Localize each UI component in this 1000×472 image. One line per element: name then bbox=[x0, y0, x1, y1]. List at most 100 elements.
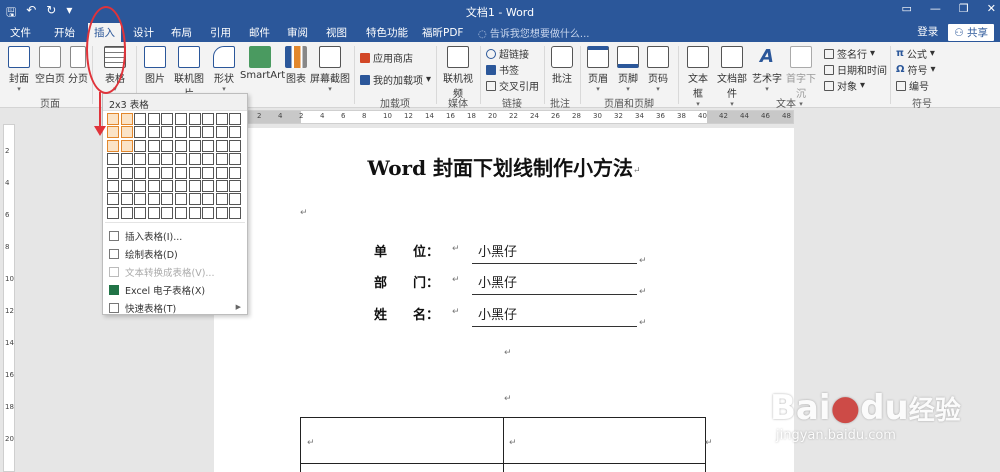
table-grid-cell[interactable] bbox=[134, 180, 147, 192]
signature-line-button[interactable]: 签名行 ▾ bbox=[824, 46, 875, 61]
equation-button[interactable]: π 公式 ▾ bbox=[896, 46, 935, 61]
table-grid-cell[interactable] bbox=[161, 113, 174, 125]
comment-button[interactable]: 批注 bbox=[550, 44, 574, 85]
app-store-button[interactable]: 应用商店 bbox=[360, 50, 413, 65]
header-button[interactable]: 页眉 ▾ bbox=[586, 44, 610, 93]
page-break-button[interactable]: 分页 bbox=[68, 44, 88, 85]
table-grid-cell[interactable] bbox=[134, 139, 147, 152]
table-grid-cell[interactable] bbox=[202, 126, 215, 139]
picture-button[interactable]: 图片 bbox=[142, 44, 168, 85]
table-grid-cell[interactable] bbox=[188, 166, 201, 179]
table-grid-cell[interactable] bbox=[229, 126, 242, 139]
table-grid-cell[interactable] bbox=[229, 180, 242, 192]
cover-page-button[interactable]: 封面 ▾ bbox=[6, 44, 32, 93]
table-grid-cell[interactable] bbox=[107, 166, 119, 179]
smartart-button[interactable]: SmartArt bbox=[240, 44, 285, 81]
horizontal-ruler[interactable]: 2 4 2 4 6 8 10 12 14 16 18 20 22 24 26 28 30 32 34 36 38 40 42… bbox=[214, 110, 794, 124]
vertical-ruler[interactable]: 2 4 6 8 10 12 14 16 18 20 bbox=[3, 124, 15, 472]
table-grid-cell[interactable] bbox=[175, 166, 187, 179]
share-button[interactable]: ⚇ 共享 bbox=[948, 24, 994, 41]
tab-home[interactable]: 开始 bbox=[54, 25, 75, 40]
table-grid-cell[interactable] bbox=[134, 126, 147, 139]
table-grid-cell[interactable] bbox=[147, 166, 160, 179]
shapes-button[interactable]: 形状 ▾ bbox=[212, 44, 236, 93]
table-grid-cell[interactable] bbox=[215, 180, 228, 192]
symbol-button[interactable]: Ω 符号 ▾ bbox=[896, 62, 936, 77]
table-grid-cell[interactable] bbox=[107, 126, 119, 139]
table-grid-cell[interactable] bbox=[147, 113, 160, 125]
screenshot-button[interactable]: 屏幕截图 ▾ bbox=[310, 44, 350, 93]
table-grid-cell[interactable] bbox=[188, 153, 201, 166]
tab-mailings[interactable]: 邮件 bbox=[249, 25, 270, 40]
table-grid-cell[interactable] bbox=[175, 193, 187, 206]
table-grid-cell[interactable] bbox=[175, 139, 187, 152]
table-grid-cell[interactable] bbox=[120, 153, 133, 166]
table-grid-cell[interactable] bbox=[134, 166, 147, 179]
table-grid-cell[interactable] bbox=[107, 113, 119, 125]
ribbon-options-icon[interactable]: ▭ bbox=[902, 2, 912, 15]
table-grid-cell[interactable] bbox=[175, 180, 187, 192]
maximize-icon[interactable]: ❐ bbox=[959, 2, 969, 15]
table-grid-cell[interactable] bbox=[188, 180, 201, 192]
table-grid-cell[interactable] bbox=[188, 193, 201, 206]
tab-references[interactable]: 引用 bbox=[210, 25, 231, 40]
table-grid-cell[interactable] bbox=[161, 166, 174, 179]
table-grid-cell[interactable] bbox=[229, 153, 242, 166]
table-grid-cell[interactable] bbox=[215, 153, 228, 166]
menu-item-quick-tables[interactable]: 快速表格(T) bbox=[109, 301, 176, 315]
date-time-button[interactable]: 日期和时间 bbox=[824, 62, 887, 77]
table-grid-cell[interactable] bbox=[120, 139, 133, 152]
close-icon[interactable]: ✕ bbox=[987, 2, 996, 15]
table-grid-cell[interactable] bbox=[161, 139, 174, 152]
minimize-icon[interactable]: — bbox=[930, 2, 941, 15]
document-page[interactable]: Word 封面下划线制作小方法↵ ↵ 单 位： ↵ 小黑仔 ↵ 部 门： ↵ 小… bbox=[214, 128, 794, 472]
table-grid-cell[interactable] bbox=[120, 180, 133, 192]
table-grid-cell[interactable] bbox=[202, 166, 215, 179]
login-link[interactable]: 登录 bbox=[917, 24, 938, 41]
object-button[interactable]: 对象 ▾ bbox=[824, 78, 865, 93]
tab-foxit-pdf[interactable]: 福昕PDF bbox=[422, 25, 463, 40]
numbering-button[interactable]: 编号 bbox=[896, 78, 929, 93]
tab-layout[interactable]: 布局 bbox=[171, 25, 192, 40]
quick-parts-button[interactable]: 文档部件 ▾ bbox=[714, 44, 750, 108]
textbox-button[interactable]: 文本框 ▾ bbox=[684, 44, 712, 108]
table-grid-cell[interactable] bbox=[175, 126, 187, 139]
table-grid-cell[interactable] bbox=[229, 139, 242, 152]
table-grid-cell[interactable] bbox=[147, 180, 160, 192]
tab-review[interactable]: 审阅 bbox=[287, 25, 308, 40]
table-grid-cell[interactable] bbox=[188, 113, 201, 125]
table-grid-cell[interactable] bbox=[215, 166, 228, 179]
menu-item-excel-spreadsheet[interactable]: Excel 电子表格(X) bbox=[109, 283, 205, 297]
table-grid-cell[interactable] bbox=[120, 126, 133, 139]
table-grid-cell[interactable] bbox=[120, 206, 133, 219]
table-grid-cell[interactable] bbox=[134, 153, 147, 166]
table-grid-cell[interactable] bbox=[120, 193, 133, 206]
table-grid-cell[interactable] bbox=[107, 180, 119, 192]
document-table[interactable]: ↵ ↵ ↵ bbox=[300, 417, 713, 472]
tab-featured[interactable]: 特色功能 bbox=[366, 25, 408, 40]
table-grid-cell[interactable] bbox=[147, 126, 160, 139]
table-grid-cell[interactable] bbox=[215, 113, 228, 125]
table-grid-cell[interactable] bbox=[229, 166, 242, 179]
table-grid-cell[interactable] bbox=[134, 206, 147, 219]
table-grid-cell[interactable] bbox=[188, 206, 201, 219]
menu-item-insert-table[interactable]: 插入表格(I)... bbox=[109, 229, 182, 243]
table-grid-cell[interactable] bbox=[175, 153, 187, 166]
footer-button[interactable]: 页脚 ▾ bbox=[616, 44, 640, 93]
table-grid-cell[interactable] bbox=[147, 153, 160, 166]
table-grid-cell[interactable] bbox=[107, 193, 119, 206]
table-grid-cell[interactable] bbox=[215, 206, 228, 219]
table-grid-cell[interactable] bbox=[107, 206, 119, 219]
table-grid-cell[interactable] bbox=[215, 126, 228, 139]
blank-page-button[interactable]: 空白页 bbox=[34, 44, 66, 85]
table-grid-cell[interactable] bbox=[161, 126, 174, 139]
table-grid-picker[interactable] bbox=[107, 113, 245, 219]
table-grid-cell[interactable] bbox=[202, 193, 215, 206]
table-grid-cell[interactable] bbox=[134, 113, 147, 125]
table-grid-cell[interactable] bbox=[202, 139, 215, 152]
table-grid-cell[interactable] bbox=[188, 139, 201, 152]
table-grid-cell[interactable] bbox=[120, 166, 133, 179]
tab-view[interactable]: 视图 bbox=[326, 25, 347, 40]
my-addins-button[interactable]: 我的加载项 ▾ bbox=[360, 72, 431, 87]
table-grid-cell[interactable] bbox=[107, 139, 119, 152]
